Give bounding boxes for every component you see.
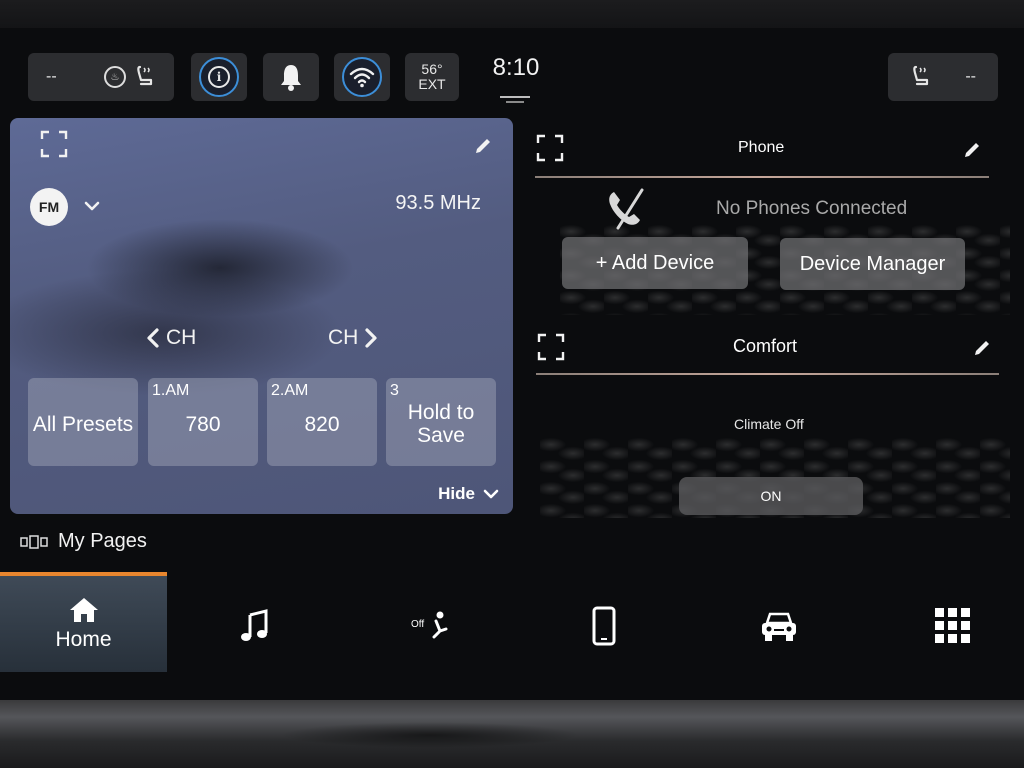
- home-icon: [69, 598, 98, 622]
- wifi-icon: [342, 57, 382, 97]
- chevron-down-icon[interactable]: [82, 196, 102, 216]
- preset-frequency: 780: [185, 412, 221, 436]
- frequency-display: 93.5 MHz: [395, 192, 481, 214]
- nav-vehicle-button[interactable]: [751, 598, 807, 654]
- edit-pencil-icon[interactable]: [473, 136, 493, 156]
- heated-seat-icon: [137, 65, 153, 86]
- chevron-left-icon: [147, 328, 159, 348]
- climate-off-text: Off: [411, 619, 424, 630]
- hide-label: Hide: [438, 484, 475, 503]
- car-icon: [762, 612, 796, 641]
- temperature-value: 56°: [421, 61, 443, 77]
- preset-button-1[interactable]: 1.AM 780: [148, 378, 258, 466]
- device-manager-button[interactable]: Device Manager: [780, 238, 965, 290]
- passenger-seat-value: --: [965, 68, 976, 85]
- preset-button-2[interactable]: 2.AM 820: [267, 378, 377, 466]
- trim-reflection: [280, 722, 580, 748]
- add-device-button[interactable]: + Add Device: [562, 237, 748, 289]
- nav-home-label: Home: [55, 628, 112, 651]
- preset-frequency: Hold to Save: [407, 401, 475, 447]
- expand-icon[interactable]: [40, 130, 68, 158]
- band-badge[interactable]: FM: [30, 188, 68, 226]
- comfort-title: Comfort: [733, 336, 798, 356]
- phone-disconnected-icon: [609, 188, 644, 230]
- passenger-seat-climate-control[interactable]: --: [888, 53, 998, 101]
- dashboard-trim: [0, 700, 1024, 768]
- phone-icon: [592, 606, 616, 646]
- nav-climate-button[interactable]: Off: [402, 598, 458, 654]
- heated-seat-icon: [913, 65, 929, 86]
- channel-previous-button[interactable]: CH: [146, 326, 196, 350]
- pull-down-handle[interactable]: [500, 96, 530, 98]
- clock: 8:10: [492, 54, 540, 81]
- exterior-temperature: 56° EXT: [405, 53, 459, 101]
- preset-label: All Presets: [32, 412, 134, 436]
- my-pages-button[interactable]: My Pages: [20, 530, 147, 553]
- edit-pencil-icon[interactable]: [972, 338, 992, 358]
- driver-profile-button[interactable]: i: [191, 53, 247, 101]
- temperature-label: EXT: [418, 76, 446, 92]
- channel-next-button[interactable]: CH: [328, 326, 378, 350]
- chevron-down-icon: [483, 489, 499, 499]
- nav-home-button[interactable]: Home: [0, 572, 167, 672]
- my-pages-label: My Pages: [58, 530, 147, 552]
- hide-button[interactable]: Hide: [438, 484, 499, 504]
- nav-phone-button[interactable]: [576, 598, 632, 654]
- all-presets-button[interactable]: All Presets: [28, 378, 138, 466]
- preset-frequency: 820: [304, 412, 340, 436]
- pull-down-handle-lower: [506, 101, 524, 103]
- expand-icon[interactable]: [537, 333, 565, 361]
- nav-apps-button[interactable]: [925, 598, 981, 654]
- driver-profile-icon: i: [199, 57, 239, 97]
- phone-status-message: No Phones Connected: [716, 198, 908, 219]
- nav-media-button[interactable]: [227, 598, 283, 654]
- pages-icon: [20, 534, 48, 549]
- expand-icon[interactable]: [536, 134, 564, 162]
- phone-divider: [535, 176, 989, 178]
- comfort-divider: [536, 373, 999, 375]
- bell-icon: [281, 65, 301, 91]
- driver-seat-value: --: [46, 68, 57, 85]
- heated-steering-wheel-icon: ♨: [104, 66, 126, 88]
- music-note-icon: [241, 609, 268, 641]
- climate-off-icon: Off: [411, 611, 448, 639]
- edit-pencil-icon[interactable]: [962, 140, 982, 160]
- channel-next-label: CH: [328, 326, 359, 349]
- chevron-right-icon: [365, 328, 377, 348]
- phone-title: Phone: [738, 139, 785, 156]
- driver-seat-climate-control[interactable]: -- ♨: [28, 53, 174, 101]
- radio-widget: FM 93.5 MHz CH CH All Presets 1.AM 780 2…: [10, 118, 513, 514]
- wifi-hotspot-button[interactable]: [334, 53, 390, 101]
- preset-button-3[interactable]: 3 Hold to Save: [386, 378, 496, 466]
- notifications-button[interactable]: [263, 53, 319, 101]
- channel-previous-label: CH: [166, 326, 197, 349]
- climate-on-button[interactable]: ON: [679, 477, 863, 515]
- climate-status: Climate Off: [734, 416, 804, 432]
- app-grid-icon: [935, 608, 970, 643]
